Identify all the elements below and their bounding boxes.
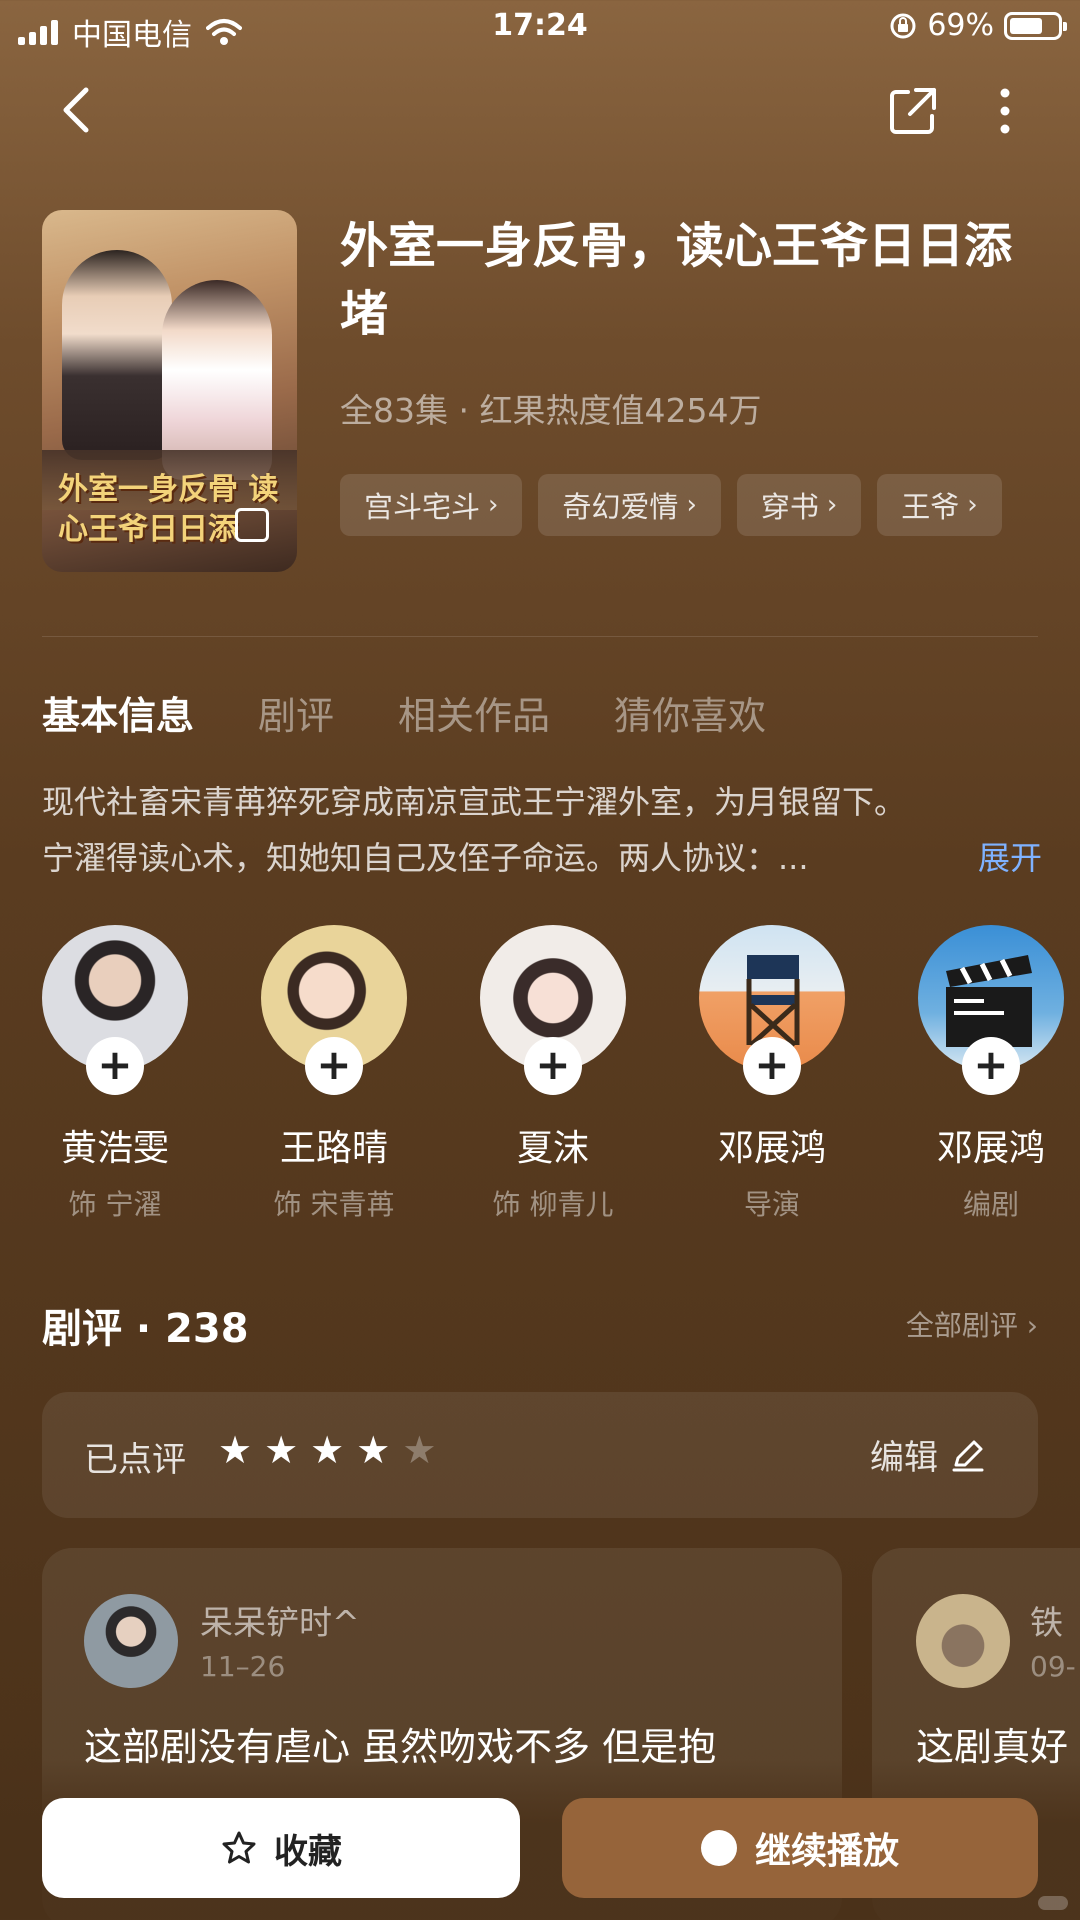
- watermark-badge: [1038, 1896, 1068, 1910]
- battery-icon: [1004, 11, 1067, 40]
- edit-label: 编辑: [870, 1438, 938, 1478]
- follow-plus-button[interactable]: +: [86, 1037, 144, 1095]
- tag-label: 奇幻爱情: [562, 490, 679, 524]
- back-arrow-icon[interactable]: [50, 80, 110, 140]
- review-date: 11–26: [200, 1650, 286, 1683]
- share-icon[interactable]: [886, 84, 940, 138]
- cast-name: 邓展鸿: [717, 1128, 826, 1169]
- avatar: +: [42, 925, 188, 1095]
- cast-name: 黄浩雯: [60, 1128, 169, 1169]
- tab-recommendations[interactable]: 猜你喜欢: [614, 685, 766, 740]
- tab-basic-info[interactable]: 基本信息: [42, 685, 194, 740]
- battery-percent: 69%: [927, 8, 994, 43]
- chevron-right-icon: ›: [967, 490, 978, 520]
- cast-role: 饰 柳青儿: [492, 1188, 614, 1221]
- reviews-heading: 剧评 · 238: [42, 1306, 249, 1352]
- pencil-icon: [952, 1440, 984, 1471]
- synopsis-line-2: 宁濯得读心术，知她知自己及侄子命运。两人协议：...: [42, 839, 809, 877]
- avatar: +: [699, 925, 845, 1095]
- tag-list: 宫斗宅斗 › 奇幻爱情 › 穿书 › 王爷 ›: [340, 474, 1002, 536]
- cast-role: 导演: [743, 1188, 800, 1221]
- tab-related-works[interactable]: 相关作品: [398, 685, 550, 740]
- cast-member[interactable]: + 夏沫 饰 柳青儿: [458, 925, 648, 1223]
- follow-plus-button[interactable]: +: [962, 1037, 1020, 1095]
- star-filled-icon[interactable]: ★: [264, 1428, 298, 1472]
- synopsis-line-1: 现代社畜宋青苒猝死穿成南凉宣武王宁濯外室，为月银留下。: [42, 783, 907, 821]
- cast-role: 饰 宋青苒: [273, 1188, 395, 1221]
- cast-role: 饰 宁濯: [68, 1188, 162, 1221]
- chevron-right-icon: ›: [686, 490, 697, 520]
- battery-fill: [1010, 17, 1042, 34]
- avatar: +: [918, 925, 1064, 1095]
- follow-plus-button[interactable]: +: [524, 1037, 582, 1095]
- more-options-icon[interactable]: [990, 84, 1020, 138]
- all-reviews-link[interactable]: 全部剧评 ›: [906, 1304, 1038, 1344]
- review-username: 铁: [1030, 1603, 1063, 1642]
- review-username: 呆呆铲时^: [200, 1603, 360, 1642]
- play-label: 继续播放: [754, 1831, 899, 1872]
- show-meta: 全83集 · 红果热度值4254万: [340, 391, 762, 430]
- star-filled-icon[interactable]: ★: [218, 1428, 252, 1472]
- cast-list: + 黄浩雯 饰 宁濯 + 王路晴 饰 宋青苒 + 夏沫 饰 柳青儿 + 邓展鸿 …: [20, 925, 1080, 1225]
- star-filled-icon[interactable]: ★: [356, 1428, 390, 1472]
- follow-plus-button[interactable]: +: [305, 1037, 363, 1095]
- synopsis: 现代社畜宋青苒猝死穿成南凉宣武王宁濯外室，为月银留下。 宁濯得读心术，知她知自己…: [42, 774, 1042, 886]
- tag-label: 宫斗宅斗: [364, 490, 481, 524]
- orientation-lock-icon: [890, 13, 916, 38]
- avatar: [916, 1594, 1010, 1688]
- chevron-right-icon: ›: [488, 490, 499, 520]
- poster-figure-male: [62, 250, 172, 460]
- cast-member[interactable]: + 黄浩雯 饰 宁濯: [20, 925, 210, 1223]
- edit-review-button[interactable]: 编辑: [870, 1430, 986, 1479]
- continue-play-button[interactable]: 继续播放: [562, 1798, 1038, 1898]
- top-nav: [0, 70, 1080, 150]
- tab-reviews[interactable]: 剧评: [258, 685, 334, 740]
- play-icon: [700, 1830, 737, 1866]
- star-outline-icon: [222, 1831, 256, 1864]
- follow-plus-button[interactable]: +: [743, 1037, 801, 1095]
- star-rating[interactable]: ★ ★ ★ ★ ★: [218, 1428, 436, 1472]
- review-date: 09-: [1030, 1650, 1076, 1683]
- avatar: [84, 1594, 178, 1688]
- tag-label: 穿书: [760, 490, 819, 524]
- cast-role: 编剧: [962, 1188, 1019, 1221]
- divider: [42, 636, 1038, 637]
- poster-badge-icon: [235, 508, 269, 542]
- chevron-right-icon: ›: [826, 490, 838, 520]
- collect-label: 收藏: [274, 1831, 342, 1872]
- cast-name: 夏沫: [516, 1128, 589, 1169]
- collect-button[interactable]: 收藏: [42, 1798, 520, 1898]
- tag-chip[interactable]: 王爷 ›: [877, 474, 1002, 536]
- my-rating-label: 已点评: [84, 1440, 186, 1480]
- avatar: +: [261, 925, 407, 1095]
- cast-member[interactable]: + 邓展鸿 导演: [677, 925, 867, 1223]
- cast-member[interactable]: + 邓展鸿 编剧: [896, 925, 1080, 1223]
- tag-label: 王爷: [901, 490, 960, 524]
- cast-member[interactable]: + 王路晴 饰 宋青苒: [239, 925, 429, 1223]
- status-bar: 中国电信 17:24 69%: [0, 0, 1080, 56]
- expand-link[interactable]: 展开: [978, 830, 1042, 886]
- status-right: 69%: [889, 8, 1067, 43]
- star-empty-icon[interactable]: ★: [402, 1428, 436, 1472]
- avatar: +: [480, 925, 626, 1095]
- show-title: 外室一身反骨，读心王爷日日添堵: [340, 218, 1013, 342]
- tag-chip[interactable]: 奇幻爱情 ›: [538, 474, 721, 536]
- my-rating-card: 已点评 ★ ★ ★ ★ ★ 编辑: [42, 1392, 1038, 1518]
- tag-chip[interactable]: 宫斗宅斗 ›: [340, 474, 523, 536]
- detail-tabs: 基本信息 剧评 相关作品 猜你喜欢: [42, 685, 766, 740]
- show-poster[interactable]: 外室一身反骨 读心王爷日日添: [42, 210, 297, 572]
- cast-name: 王路晴: [279, 1128, 388, 1169]
- tag-chip[interactable]: 穿书 ›: [736, 474, 862, 536]
- star-filled-icon[interactable]: ★: [310, 1428, 344, 1472]
- cast-name: 邓展鸿: [936, 1128, 1045, 1169]
